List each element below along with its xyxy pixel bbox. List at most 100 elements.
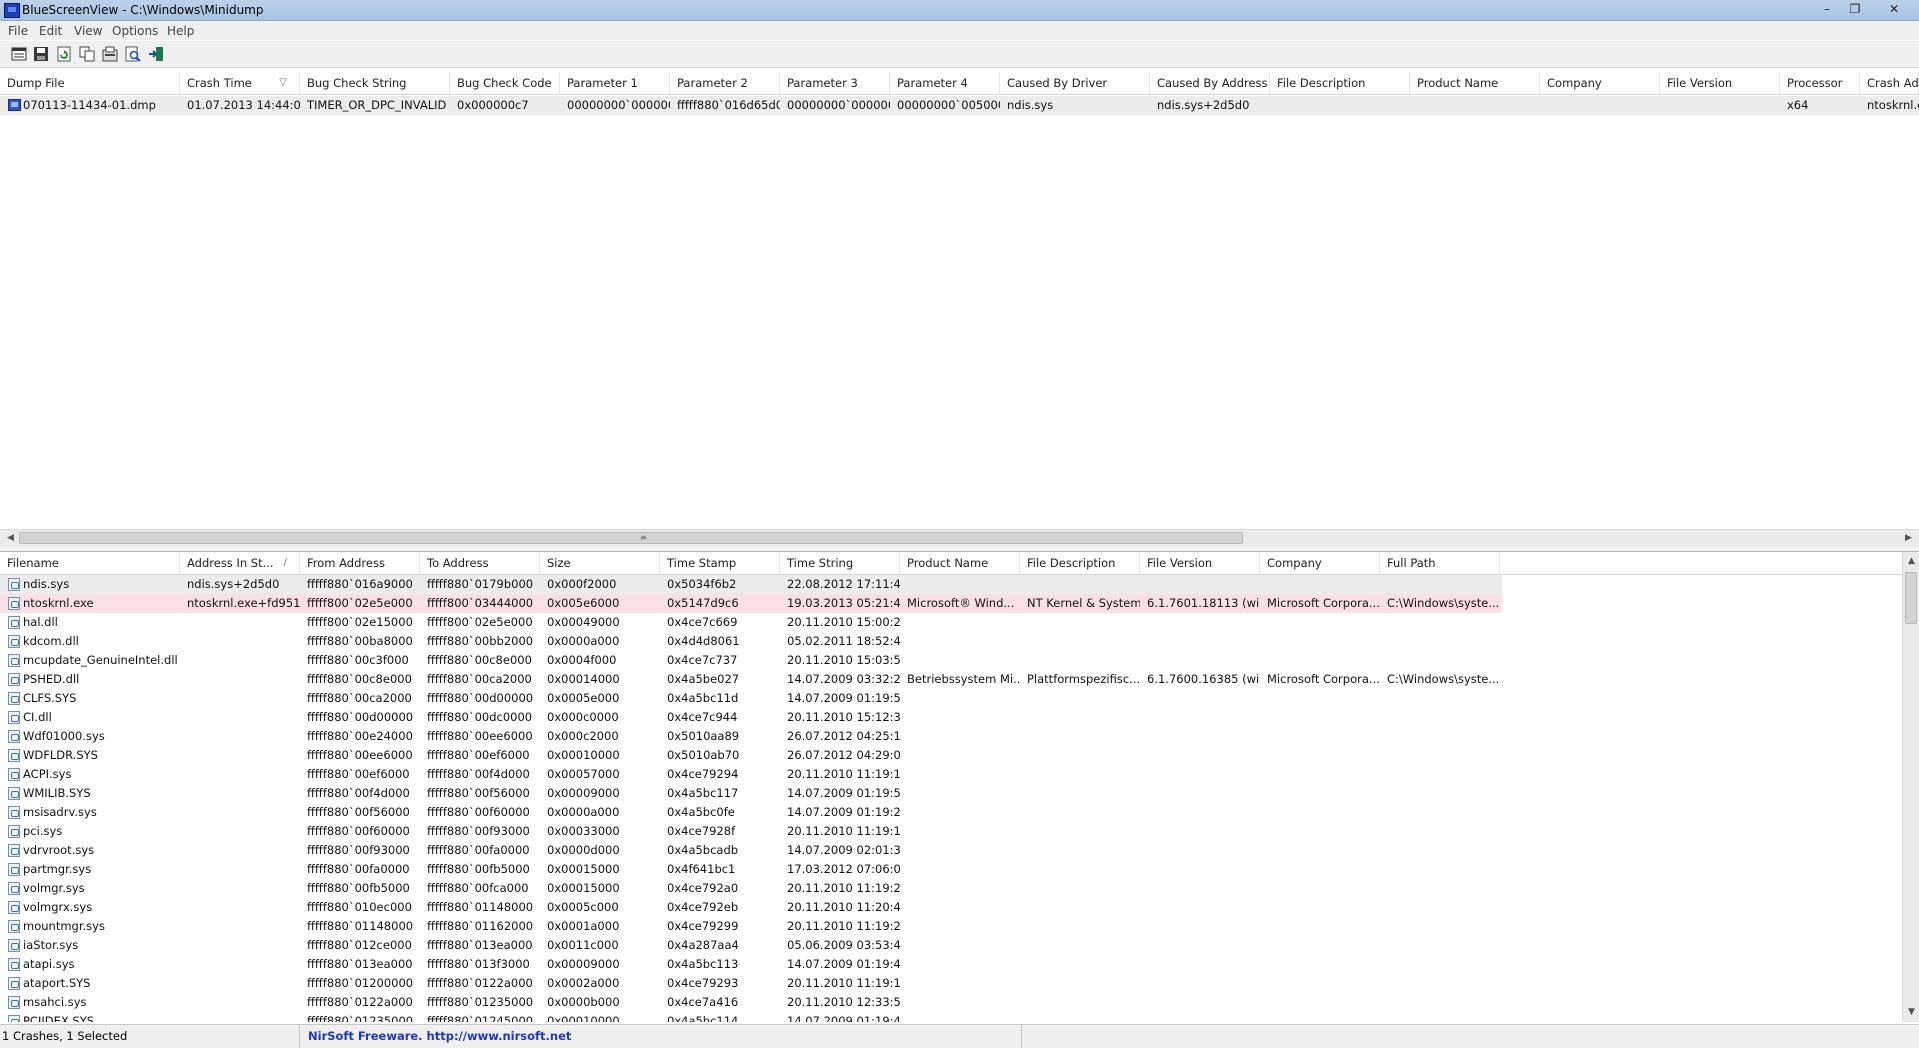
- table-row[interactable]: Wdf01000.sys fffff880`00e24000 fffff880`00…: [0, 727, 1502, 746]
- column-header-from-address[interactable]: From Address: [300, 552, 420, 574]
- cell-time-string: 20.11.2010 11:20:43: [787, 900, 900, 914]
- table-row[interactable]: WMILIB.SYS fffff880`00f4d000 fffff880`00f5…: [0, 784, 1502, 803]
- copy-icon[interactable]: [78, 45, 96, 63]
- scroll-right-icon[interactable]: ▶: [1900, 530, 1917, 547]
- table-row[interactable]: ndis.sys ndis.sys+2d5d0 fffff880`016a9000 f…: [0, 575, 1502, 594]
- cell-file-description: [1020, 746, 1140, 765]
- table-row[interactable]: kdcom.dll fffff880`00ba8000 fffff880`00bb2…: [0, 632, 1502, 651]
- table-row[interactable]: pci.sys fffff880`00f60000 fffff880`00f9300…: [0, 822, 1502, 841]
- table-row[interactable]: CI.dll fffff880`00d00000 fffff880`00dc0000…: [0, 708, 1502, 727]
- menu-help[interactable]: Help: [167, 24, 194, 38]
- column-header-bug-check-string[interactable]: Bug Check String: [300, 72, 450, 94]
- column-header-full-path[interactable]: Full Path: [1380, 552, 1500, 574]
- cell-to-address: fffff880`00ca2000: [427, 672, 532, 686]
- column-header-filename[interactable]: Filename: [0, 552, 180, 574]
- cell-time-stamp: 0x5034f6b2: [667, 577, 737, 591]
- table-row[interactable]: msahci.sys fffff880`0122a000 fffff880`0123…: [0, 993, 1502, 1012]
- cell-file-version: [1140, 879, 1260, 898]
- status-bar: 1 Crashes, 1 Selected NirSoft Freeware. …: [0, 1024, 1919, 1048]
- column-header-caused-by-driver[interactable]: Caused By Driver: [1000, 72, 1150, 94]
- cell-size: 0x0000d000: [547, 843, 620, 857]
- column-header-crash-time[interactable]: Crash Time ▽: [180, 72, 300, 94]
- scroll-left-icon[interactable]: ◀: [2, 530, 19, 547]
- cell-file-version: [1140, 689, 1260, 708]
- menu-view[interactable]: View: [74, 24, 102, 38]
- table-row[interactable]: ACPI.sys fffff880`00ef6000 fffff880`00f4d0…: [0, 765, 1502, 784]
- cell-time-stamp: 0x4ce792eb: [667, 900, 739, 914]
- column-header-parameter-4[interactable]: Parameter 4: [890, 72, 1000, 94]
- table-row[interactable]: partmgr.sys fffff880`00fa0000 fffff880`00f…: [0, 860, 1502, 879]
- column-header-address-in-st[interactable]: Address In St... /: [180, 552, 300, 574]
- column-header-parameter-3[interactable]: Parameter 3: [780, 72, 890, 94]
- save-icon[interactable]: [32, 45, 50, 63]
- column-header-caused-by-address[interactable]: Caused By Address: [1150, 72, 1270, 94]
- table-row[interactable]: mountmgr.sys fffff880`01148000 fffff880`01…: [0, 917, 1502, 936]
- cell-address-in-st: [180, 727, 300, 746]
- column-header-file-version[interactable]: File Version: [1140, 552, 1260, 574]
- window-title: BlueScreenView - C:\Windows\Minidump: [22, 3, 264, 17]
- column-header-product-name[interactable]: Product Name: [900, 552, 1020, 574]
- cell-filename: kdcom.dll: [23, 634, 79, 648]
- column-header-company[interactable]: Company: [1540, 72, 1660, 94]
- table-row[interactable]: mcupdate_GenuineIntel.dll fffff880`00c3f0…: [0, 651, 1502, 670]
- exit-icon[interactable]: [147, 45, 165, 63]
- table-row[interactable]: ataport.SYS fffff880`01200000 fffff880`012…: [0, 974, 1502, 993]
- menu-options[interactable]: Options: [112, 24, 158, 38]
- minimize-button[interactable]: –: [1813, 0, 1841, 18]
- html-report-icon[interactable]: [101, 45, 119, 63]
- table-row[interactable]: vdrvroot.sys fffff880`00f93000 fffff880`00…: [0, 841, 1502, 860]
- cell-file-version: [1140, 765, 1260, 784]
- column-header-product-name[interactable]: Product Name: [1410, 72, 1540, 94]
- table-row[interactable]: PSHED.dll fffff880`00c8e000 fffff880`00ca2…: [0, 670, 1502, 689]
- table-row[interactable]: WDFLDR.SYS fffff880`00ee6000 fffff880`00ef…: [0, 746, 1502, 765]
- table-row[interactable]: msisadrv.sys fffff880`00f56000 fffff880`00…: [0, 803, 1502, 822]
- table-row[interactable]: iaStor.sys fffff880`012ce000 fffff880`013e…: [0, 936, 1502, 955]
- nirsoft-link[interactable]: NirSoft Freeware. http://www.nirsoft.net: [300, 1025, 1022, 1048]
- cell-company: [1260, 841, 1380, 860]
- table-row[interactable]: volmgrx.sys fffff880`010ec000 fffff880`011…: [0, 898, 1502, 917]
- column-header-processor[interactable]: Processor: [1780, 72, 1860, 94]
- menu-edit[interactable]: Edit: [39, 24, 62, 38]
- column-header-bug-check-code[interactable]: Bug Check Code: [450, 72, 560, 94]
- column-header-parameter-2[interactable]: Parameter 2: [670, 72, 780, 94]
- scrollbar-thumb[interactable]: [1905, 572, 1917, 624]
- scroll-up-icon[interactable]: ▲: [1903, 553, 1919, 570]
- column-header-file-description[interactable]: File Description: [1020, 552, 1140, 574]
- cell-address-in-st: [180, 822, 300, 841]
- menu-file[interactable]: File: [8, 24, 28, 38]
- cell-bug-check-code: 0x000000c7: [457, 98, 529, 112]
- close-button[interactable]: ✕: [1880, 0, 1908, 18]
- cell-company: [1260, 974, 1380, 993]
- table-row[interactable]: ntoskrnl.exe ntoskrnl.exe+fd951 fffff800`0…: [0, 594, 1502, 613]
- vertical-scrollbar[interactable]: ▲ ▼: [1902, 552, 1919, 1022]
- column-header-time-string[interactable]: Time String: [780, 552, 900, 574]
- column-header-size[interactable]: Size: [540, 552, 660, 574]
- properties-icon[interactable]: [10, 45, 28, 63]
- column-header-to-address[interactable]: To Address: [420, 552, 540, 574]
- column-header-label: File Version: [1147, 556, 1213, 570]
- scrollbar-thumb[interactable]: ≡: [19, 532, 1243, 544]
- column-header-dump-file[interactable]: Dump File: [0, 72, 180, 94]
- scroll-down-icon[interactable]: ▼: [1903, 1004, 1919, 1021]
- cell-size: 0x0002a000: [547, 976, 620, 990]
- table-row[interactable]: PCIIDEX.SYS fffff880`01235000 fffff880`012…: [0, 1012, 1502, 1022]
- table-row[interactable]: hal.dll fffff800`02e15000 fffff800`02e5e00…: [0, 613, 1502, 632]
- maximize-button[interactable]: ❐: [1841, 0, 1869, 18]
- column-header-label: Caused By Driver: [1007, 76, 1108, 90]
- table-row[interactable]: 070113-11434-01.dmp 01.07.2013 14:44:01 TI…: [0, 96, 1919, 115]
- cell-file-description: [1020, 613, 1140, 632]
- table-row[interactable]: atapi.sys fffff880`013ea000 fffff880`013f3…: [0, 955, 1502, 974]
- column-header-time-stamp[interactable]: Time Stamp: [660, 552, 780, 574]
- horizontal-scrollbar[interactable]: ◀ ≡ ▶: [0, 529, 1919, 548]
- refresh-icon[interactable]: [55, 45, 73, 63]
- column-header-parameter-1[interactable]: Parameter 1: [560, 72, 670, 94]
- module-file-icon: [8, 825, 20, 838]
- column-header-company[interactable]: Company: [1260, 552, 1380, 574]
- table-row[interactable]: volmgr.sys fffff880`00fb5000 fffff880`00fc…: [0, 879, 1502, 898]
- column-header-crash-add[interactable]: Crash Add: [1860, 72, 1919, 94]
- find-icon[interactable]: [124, 45, 142, 63]
- column-header-file-version[interactable]: File Version: [1660, 72, 1780, 94]
- table-row[interactable]: CLFS.SYS fffff880`00ca2000 fffff880`00d000…: [0, 689, 1502, 708]
- column-header-file-description[interactable]: File Description: [1270, 72, 1410, 94]
- cell-time-stamp: 0x4d4d8061: [667, 634, 740, 648]
